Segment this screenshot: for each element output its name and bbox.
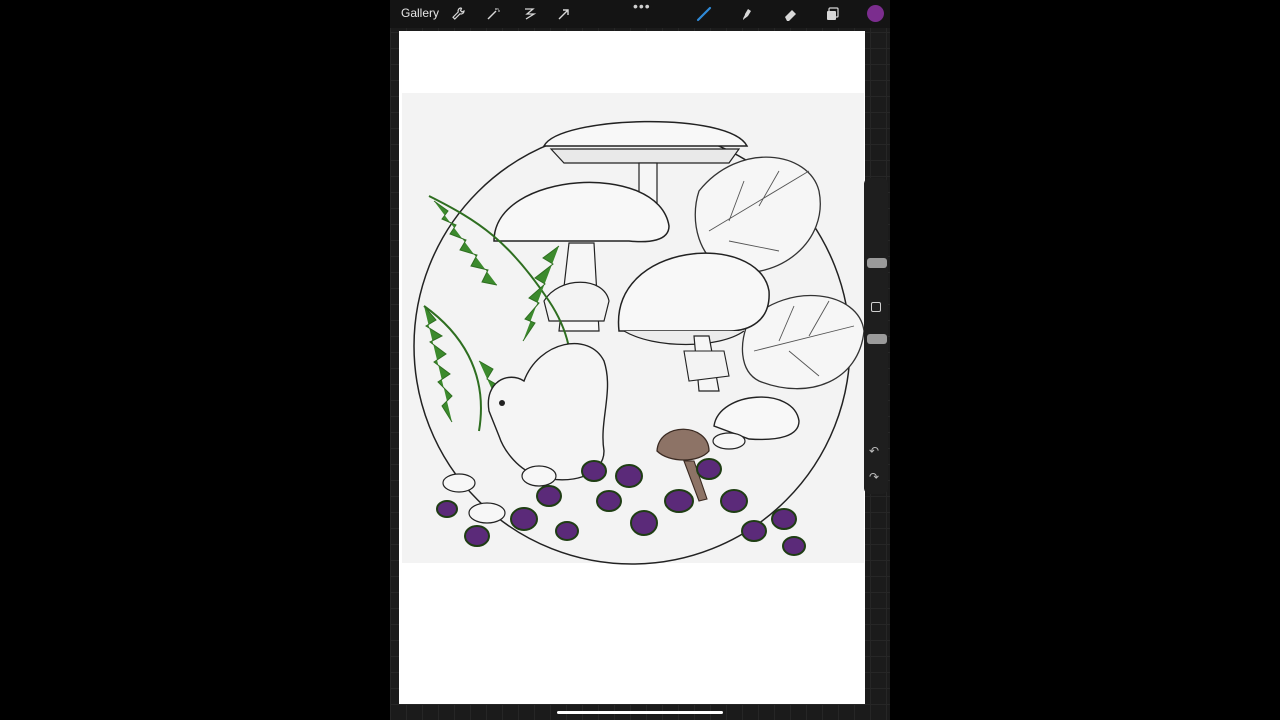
brush-size-opacity-sidebar: ↶ ↷: [864, 178, 888, 494]
wrench-icon[interactable]: [448, 4, 468, 24]
redo-button[interactable]: ↷: [869, 470, 879, 484]
layers-icon[interactable]: [822, 4, 842, 24]
procreate-app-window: Gallery ••• ↶ ↷: [390, 0, 890, 720]
undo-button[interactable]: ↶: [869, 444, 879, 458]
brush-size-slider[interactable]: [867, 258, 887, 268]
gallery-button[interactable]: Gallery: [401, 6, 439, 20]
transform-arrow-icon[interactable]: [554, 4, 574, 24]
eraser-icon[interactable]: [780, 4, 800, 24]
more-options-button[interactable]: •••: [633, 0, 651, 14]
drawing-canvas[interactable]: [399, 31, 865, 704]
brush-icon[interactable]: [694, 4, 714, 24]
selection-icon[interactable]: [519, 4, 539, 24]
opacity-slider[interactable]: [867, 334, 887, 344]
home-indicator: [557, 711, 723, 714]
mushroom-illustration: [402, 93, 865, 565]
top-toolbar: Gallery •••: [390, 0, 890, 28]
modify-button[interactable]: [871, 302, 881, 312]
magic-wand-icon[interactable]: [483, 4, 503, 24]
smudge-icon[interactable]: [737, 4, 757, 24]
color-picker-button[interactable]: [867, 5, 884, 22]
